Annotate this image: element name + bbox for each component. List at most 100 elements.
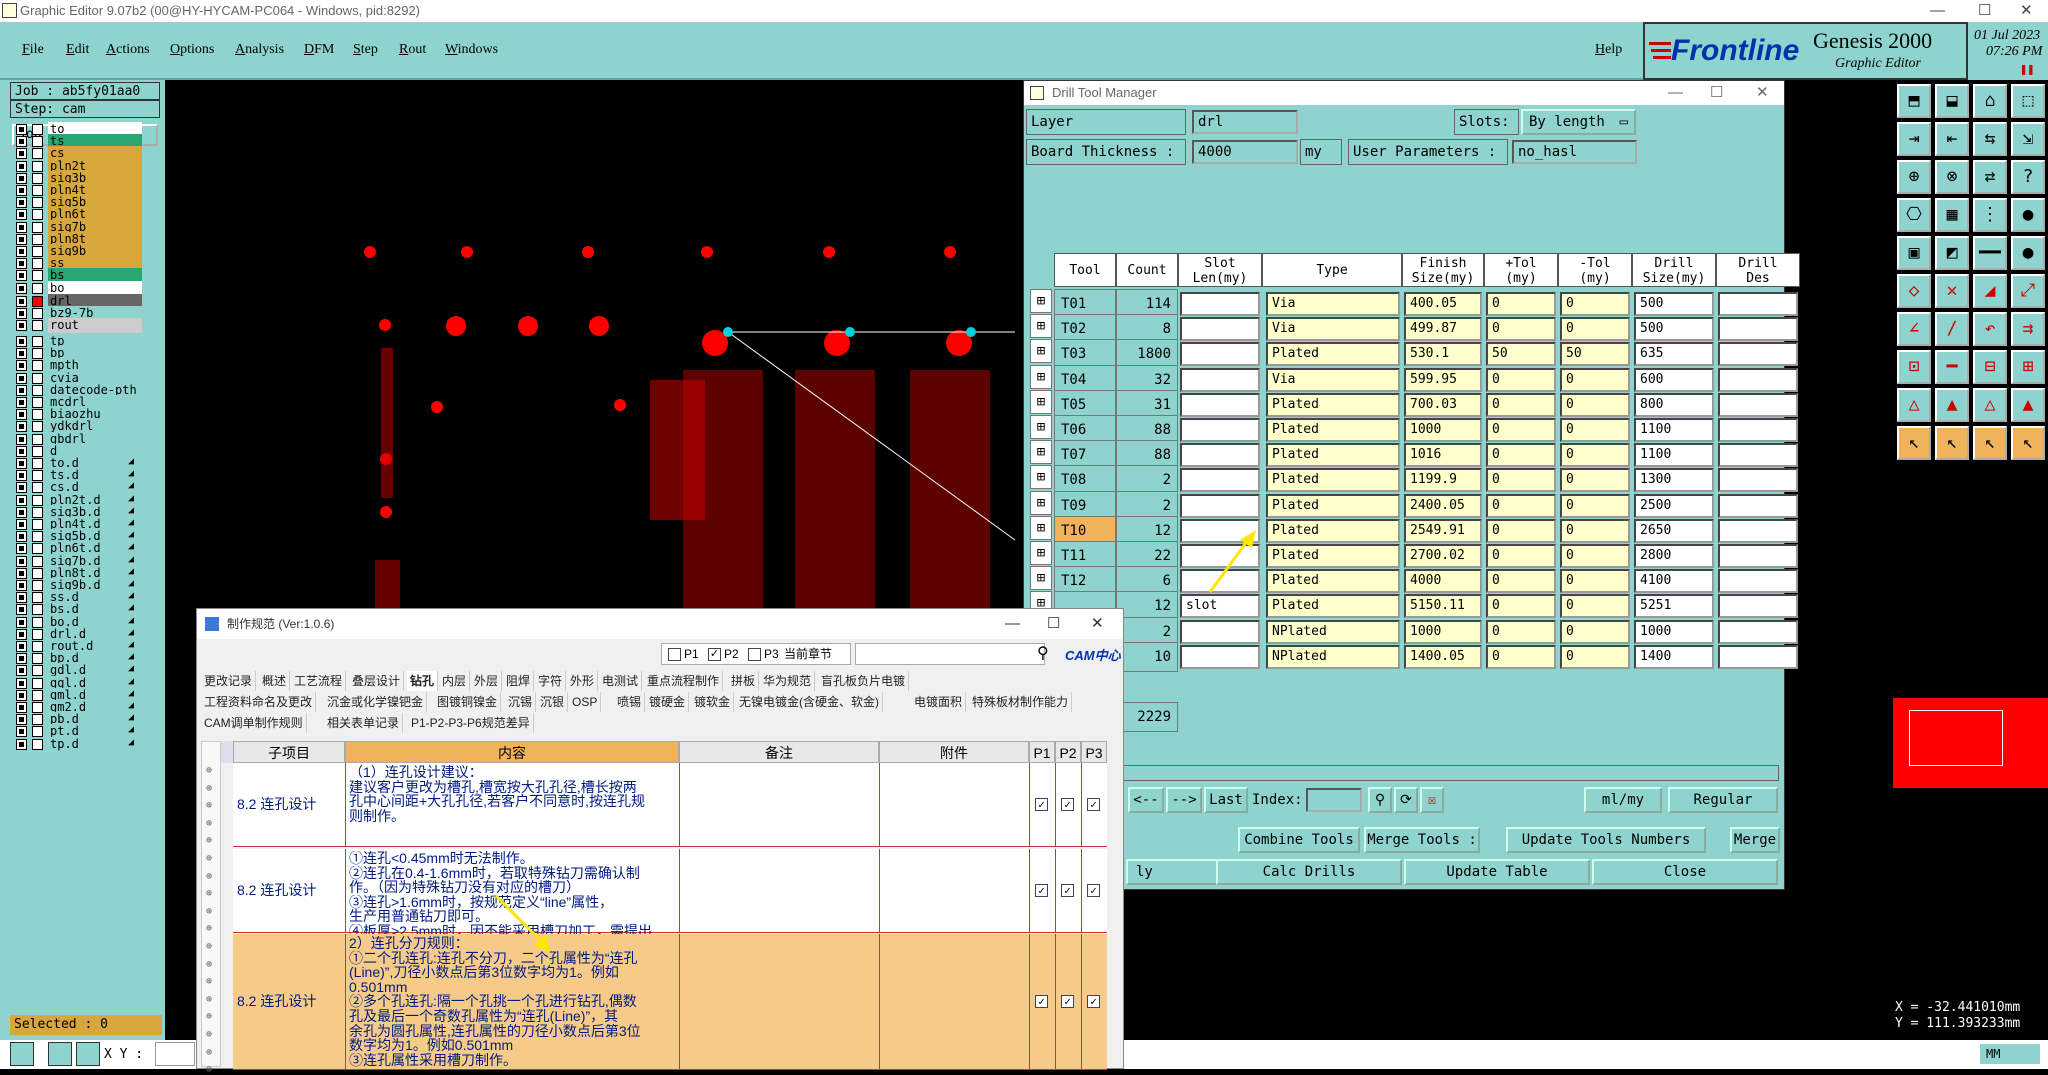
mirror-icon[interactable]: ⇄ bbox=[1973, 160, 2007, 194]
search-tool-icon[interactable]: ⚲ bbox=[1368, 787, 1392, 813]
drill-size-input[interactable]: 500 bbox=[1634, 317, 1714, 342]
finish-size-input[interactable]: 1000 bbox=[1404, 619, 1482, 644]
minus-tol-input[interactable]: 0 bbox=[1560, 619, 1630, 644]
tree-expand-icon[interactable]: ⊕ bbox=[206, 871, 212, 882]
window-icon[interactable]: ⬚ bbox=[2011, 84, 2045, 118]
pointer-circle-icon[interactable]: ↖ bbox=[1973, 426, 2007, 460]
dtm-maximize-icon[interactable]: ☐ bbox=[1710, 81, 1723, 105]
menu-actions[interactable]: Actions bbox=[106, 42, 150, 58]
pointer-multi-icon[interactable]: ↖ bbox=[2011, 426, 2045, 460]
finish-size-input[interactable]: 700.03 bbox=[1404, 392, 1482, 417]
spec-tab[interactable]: 电镀面积 bbox=[911, 692, 967, 712]
p2-checkbox[interactable]: ✓ bbox=[1061, 884, 1074, 897]
circle-icon[interactable]: ● bbox=[2011, 236, 2045, 270]
plus-tol-input[interactable]: 0 bbox=[1486, 317, 1556, 342]
tree-expand-icon[interactable]: ⊕ bbox=[206, 906, 212, 917]
triangle-alt-filled-icon[interactable]: ▲ bbox=[2011, 388, 2045, 422]
tree-expand-icon[interactable]: ⊕ bbox=[206, 1029, 212, 1040]
minimize-icon[interactable]: — bbox=[1930, 0, 1945, 22]
minus-tol-input[interactable]: 0 bbox=[1560, 518, 1630, 543]
slot-length-input[interactable] bbox=[1180, 392, 1260, 417]
fit-icon[interactable]: ⊕ bbox=[1897, 160, 1931, 194]
layer-affected-toggle[interactable] bbox=[32, 320, 43, 332]
spec-tab[interactable]: 镀软金 bbox=[691, 692, 735, 712]
tree-expand-icon[interactable]: ⊕ bbox=[206, 994, 212, 1005]
p2-checkbox[interactable]: ✓ bbox=[1061, 798, 1074, 811]
save-icon[interactable]: ⬓ bbox=[1935, 84, 1969, 118]
plus-tol-input[interactable]: 0 bbox=[1486, 418, 1556, 442]
minus-tol-input[interactable]: 0 bbox=[1560, 544, 1630, 568]
p1-checkbox[interactable]: ✓ bbox=[1035, 798, 1048, 811]
drill-des-input[interactable] bbox=[1718, 317, 1798, 342]
tree-expand-icon[interactable]: ⊕ bbox=[206, 923, 212, 934]
mode-dropdown[interactable]: Regular bbox=[1668, 787, 1778, 813]
type-dropdown[interactable]: Via bbox=[1266, 367, 1400, 392]
plus-box-icon[interactable]: ⊞ bbox=[2011, 350, 2045, 384]
drill-size-input[interactable]: 500 bbox=[1634, 292, 1714, 316]
plus-tol-input[interactable]: 0 bbox=[1486, 518, 1556, 543]
menu-dfm[interactable]: DFM bbox=[304, 42, 334, 58]
type-dropdown[interactable]: Plated bbox=[1266, 569, 1400, 594]
spec-tab[interactable]: 更改记录 bbox=[201, 671, 257, 691]
prev-button[interactable]: <-- bbox=[1128, 787, 1164, 813]
plus-tol-input[interactable]: 0 bbox=[1486, 292, 1556, 316]
spec-tab[interactable]: 内层 bbox=[439, 671, 471, 691]
slot-length-input[interactable] bbox=[1180, 619, 1260, 644]
unit-dropdown[interactable]: ml/my bbox=[1584, 787, 1662, 813]
pointer-icon[interactable]: ↖ bbox=[1897, 426, 1931, 460]
drill-size-input[interactable]: 1100 bbox=[1634, 418, 1714, 442]
menu-rout[interactable]: Rout bbox=[399, 42, 426, 58]
finish-size-input[interactable]: 599.95 bbox=[1404, 367, 1482, 392]
finish-size-input[interactable]: 499.87 bbox=[1404, 317, 1482, 342]
layer-affected-toggle[interactable] bbox=[32, 738, 43, 750]
undo-icon[interactable]: ↶ bbox=[1973, 312, 2007, 346]
grid-icon[interactable] bbox=[76, 1042, 100, 1066]
tree-expand-icon[interactable]: ⊕ bbox=[206, 888, 212, 899]
dtm-minimize-icon[interactable]: — bbox=[1668, 81, 1683, 105]
update-tool-numbers-button[interactable]: Update Tools Numbers bbox=[1506, 827, 1706, 853]
type-dropdown[interactable]: Via bbox=[1266, 292, 1400, 316]
dot-icon[interactable]: ● bbox=[2011, 198, 2045, 232]
tree-expand-icon[interactable]: ⊕ bbox=[206, 1011, 212, 1022]
plus-tol-input[interactable]: 0 bbox=[1486, 619, 1556, 644]
p3-checkbox[interactable]: ✓ bbox=[1087, 995, 1100, 1008]
tree-expand-icon[interactable]: ⊕ bbox=[206, 800, 212, 811]
p3-filter-checkbox[interactable] bbox=[748, 648, 761, 661]
tree-expand-icon[interactable]: ⊕ bbox=[206, 941, 212, 952]
refresh-icon[interactable]: ⟳ bbox=[1394, 787, 1418, 813]
minus-tol-input[interactable]: 0 bbox=[1560, 493, 1630, 518]
drill-des-input[interactable] bbox=[1718, 569, 1798, 594]
spec-tab[interactable]: 拼板 bbox=[728, 671, 760, 691]
type-dropdown[interactable]: Plated bbox=[1266, 493, 1400, 518]
update-table-button[interactable]: Update Table bbox=[1404, 859, 1590, 885]
drill-size-input[interactable]: 4100 bbox=[1634, 569, 1714, 594]
close-icon[interactable]: ✕ bbox=[2020, 0, 2033, 22]
spec-tab[interactable]: 字符 bbox=[535, 671, 567, 691]
corner-icon[interactable]: ◢ bbox=[1973, 274, 2007, 308]
menu-help[interactable]: Help bbox=[1595, 42, 1622, 58]
tree-expand-icon[interactable]: ⊕ bbox=[206, 959, 212, 970]
minus-tol-input[interactable]: 0 bbox=[1560, 367, 1630, 392]
expand-row-icon[interactable]: ⊞ bbox=[1030, 515, 1052, 540]
drill-des-input[interactable] bbox=[1718, 342, 1798, 367]
type-dropdown[interactable]: Plated bbox=[1266, 392, 1400, 417]
spec-tab[interactable]: 相关表单记录 bbox=[324, 713, 404, 733]
triangle-filled-icon[interactable]: ▲ bbox=[1935, 388, 1969, 422]
layer-name[interactable]: rout bbox=[48, 318, 142, 334]
minus-tol-input[interactable]: 0 bbox=[1560, 292, 1630, 316]
p2-checkbox[interactable]: ✓ bbox=[1061, 995, 1074, 1008]
spec-tab[interactable]: 阻焊 bbox=[503, 671, 535, 691]
node-icon[interactable]: ◇ bbox=[1897, 274, 1931, 308]
horizontal-scrollbar[interactable] bbox=[1034, 765, 1779, 781]
menu-step[interactable]: Step bbox=[353, 42, 378, 58]
merge-button[interactable]: Merge bbox=[1730, 827, 1780, 853]
finish-size-input[interactable]: 2700.02 bbox=[1404, 544, 1482, 568]
plus-tol-input[interactable]: 0 bbox=[1486, 544, 1556, 568]
minus-box-icon[interactable]: ⊟ bbox=[1973, 350, 2007, 384]
layer-checkbox[interactable] bbox=[16, 738, 27, 750]
drill-size-input[interactable]: 600 bbox=[1634, 367, 1714, 392]
expand-row-icon[interactable]: ⊞ bbox=[1030, 415, 1052, 439]
tree-expand-icon[interactable]: ⊕ bbox=[206, 835, 212, 846]
drill-size-input[interactable]: 2650 bbox=[1634, 518, 1714, 543]
drill-size-input[interactable]: 635 bbox=[1634, 342, 1714, 367]
